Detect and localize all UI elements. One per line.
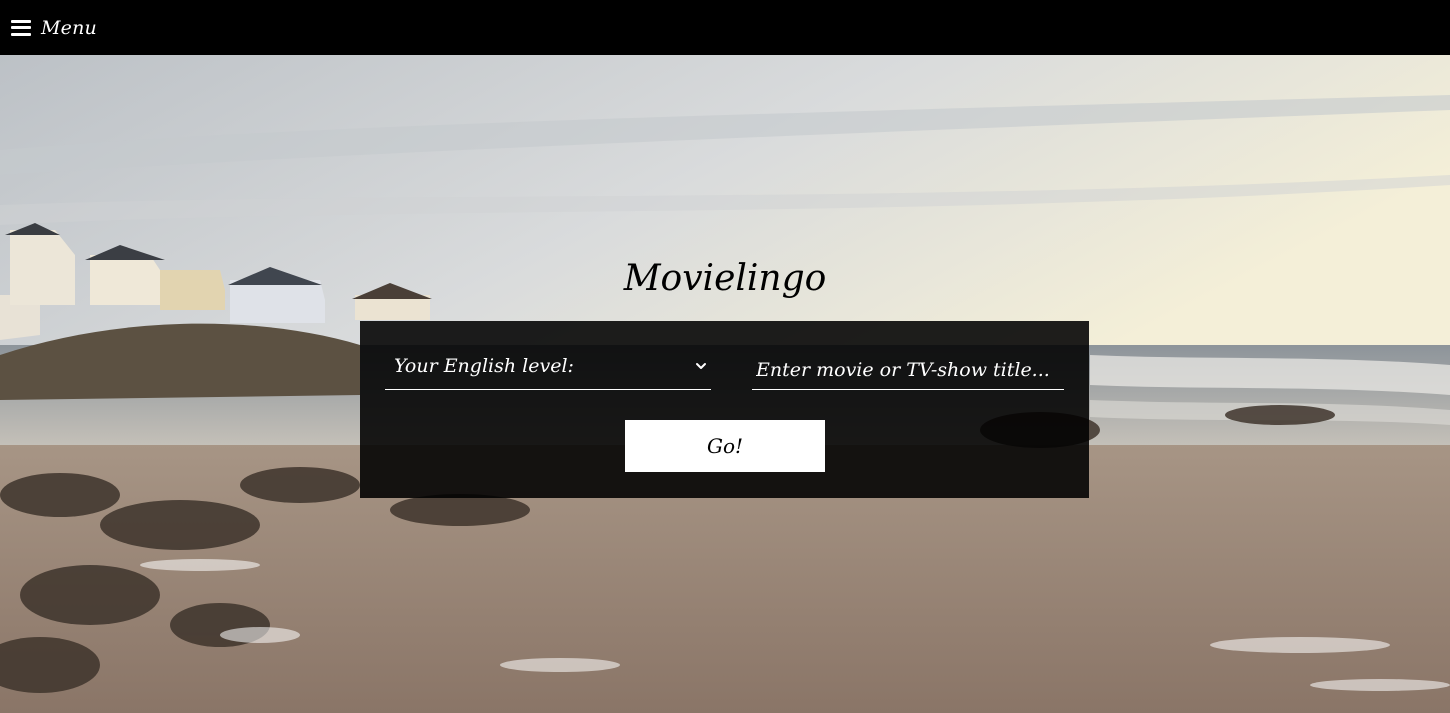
english-level-select-value: Your English level:: [394, 355, 574, 377]
english-level-select[interactable]: Your English level:: [385, 349, 711, 390]
title-search-field: [752, 349, 1064, 390]
top-navbar: Menu: [0, 0, 1450, 55]
menu-button[interactable]: Menu: [11, 17, 97, 39]
chevron-down-icon: [696, 363, 706, 369]
search-panel: Your English level: Go!: [360, 321, 1089, 498]
page-title: Movielingo: [623, 258, 827, 299]
title-search-input[interactable]: [752, 349, 1064, 389]
hamburger-icon: [11, 19, 31, 36]
go-button[interactable]: Go!: [625, 420, 825, 472]
menu-label: Menu: [41, 16, 97, 39]
